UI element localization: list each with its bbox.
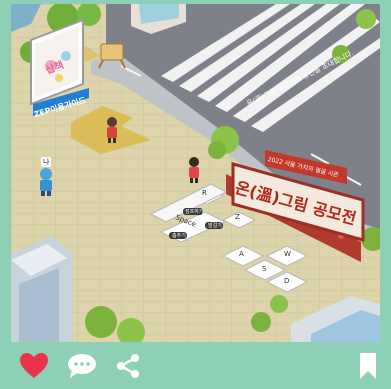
key-z: Z <box>235 213 240 221</box>
heart-icon <box>20 353 48 378</box>
post-frame: ZEP이용가이드 산책 온(溫)그림 공모전에 당신을 초대합니다. 2022 … <box>0 0 391 389</box>
key-r: R <box>202 189 207 197</box>
key-a: A <box>239 250 244 258</box>
share-button[interactable] <box>112 350 144 382</box>
speech-bubble-icon <box>68 354 96 378</box>
dance-label: 춤추기 <box>172 233 186 239</box>
key-s: S <box>262 265 267 273</box>
avatar-self-tag: 나 <box>41 157 52 167</box>
action-bar <box>0 342 391 389</box>
key-d: D <box>284 277 290 285</box>
talk-label: 말걸기 <box>208 223 222 229</box>
share-icon <box>117 354 139 378</box>
comment-button[interactable] <box>66 350 98 382</box>
bookmark-button[interactable] <box>352 350 384 382</box>
bookmark-icon <box>360 353 376 379</box>
like-button[interactable] <box>18 350 50 382</box>
key-w: W <box>284 250 291 258</box>
game-map-view[interactable]: ZEP이용가이드 산책 온(溫)그림 공모전에 당신을 초대합니다. 2022 … <box>11 4 380 342</box>
jump-label: 점프하기 <box>185 209 204 215</box>
